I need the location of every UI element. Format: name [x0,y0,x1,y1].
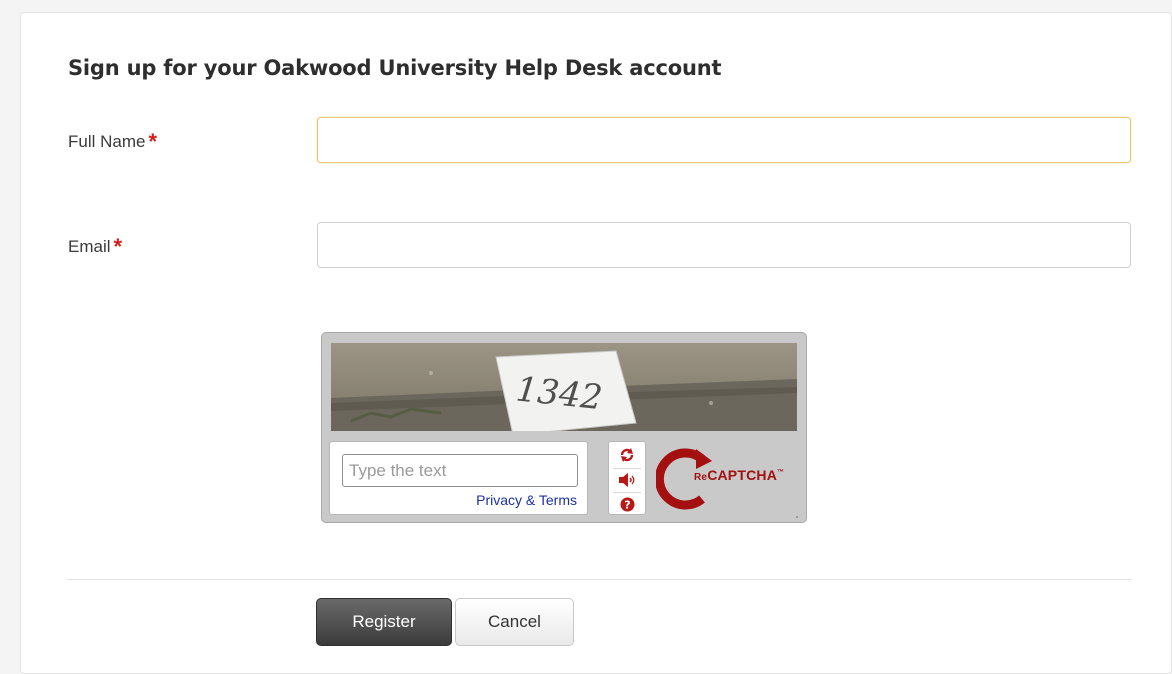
resize-dot [796,516,798,518]
recaptcha-widget: 1342 Privacy & Terms ? [321,332,807,523]
email-label-text: Email [68,237,111,256]
recaptcha-name: CAPTCHA [707,467,778,483]
captcha-input-panel: Privacy & Terms [329,441,588,515]
required-marker: * [148,129,158,154]
form-divider [67,579,1132,580]
refresh-icon[interactable] [613,444,641,466]
trademark: ™ [777,469,785,476]
email-input[interactable] [317,222,1131,268]
full-name-label-text: Full Name [68,132,146,151]
recaptcha-wordmark: ReCAPTCHA™ [694,467,784,483]
required-marker: * [113,234,123,259]
full-name-input[interactable] [317,117,1131,163]
audio-icon[interactable] [613,468,641,491]
help-icon[interactable]: ? [613,492,641,515]
captcha-photo: 1342 [331,343,797,431]
page-title: Sign up for your Oakwood University Help… [68,56,722,80]
captcha-controls: ? [608,441,646,515]
svg-text:?: ? [624,498,630,511]
full-name-label: Full Name * [68,127,158,154]
recaptcha-prefix: Re [694,472,708,483]
cancel-button[interactable]: Cancel [455,598,574,646]
email-label: Email * [68,232,123,259]
register-button[interactable]: Register [316,598,452,646]
captcha-challenge-image: 1342 [331,343,797,431]
recaptcha-logo: ReCAPTCHA™ [656,445,796,515]
captcha-input[interactable] [342,454,578,487]
privacy-terms-link[interactable]: Privacy & Terms [476,492,577,508]
